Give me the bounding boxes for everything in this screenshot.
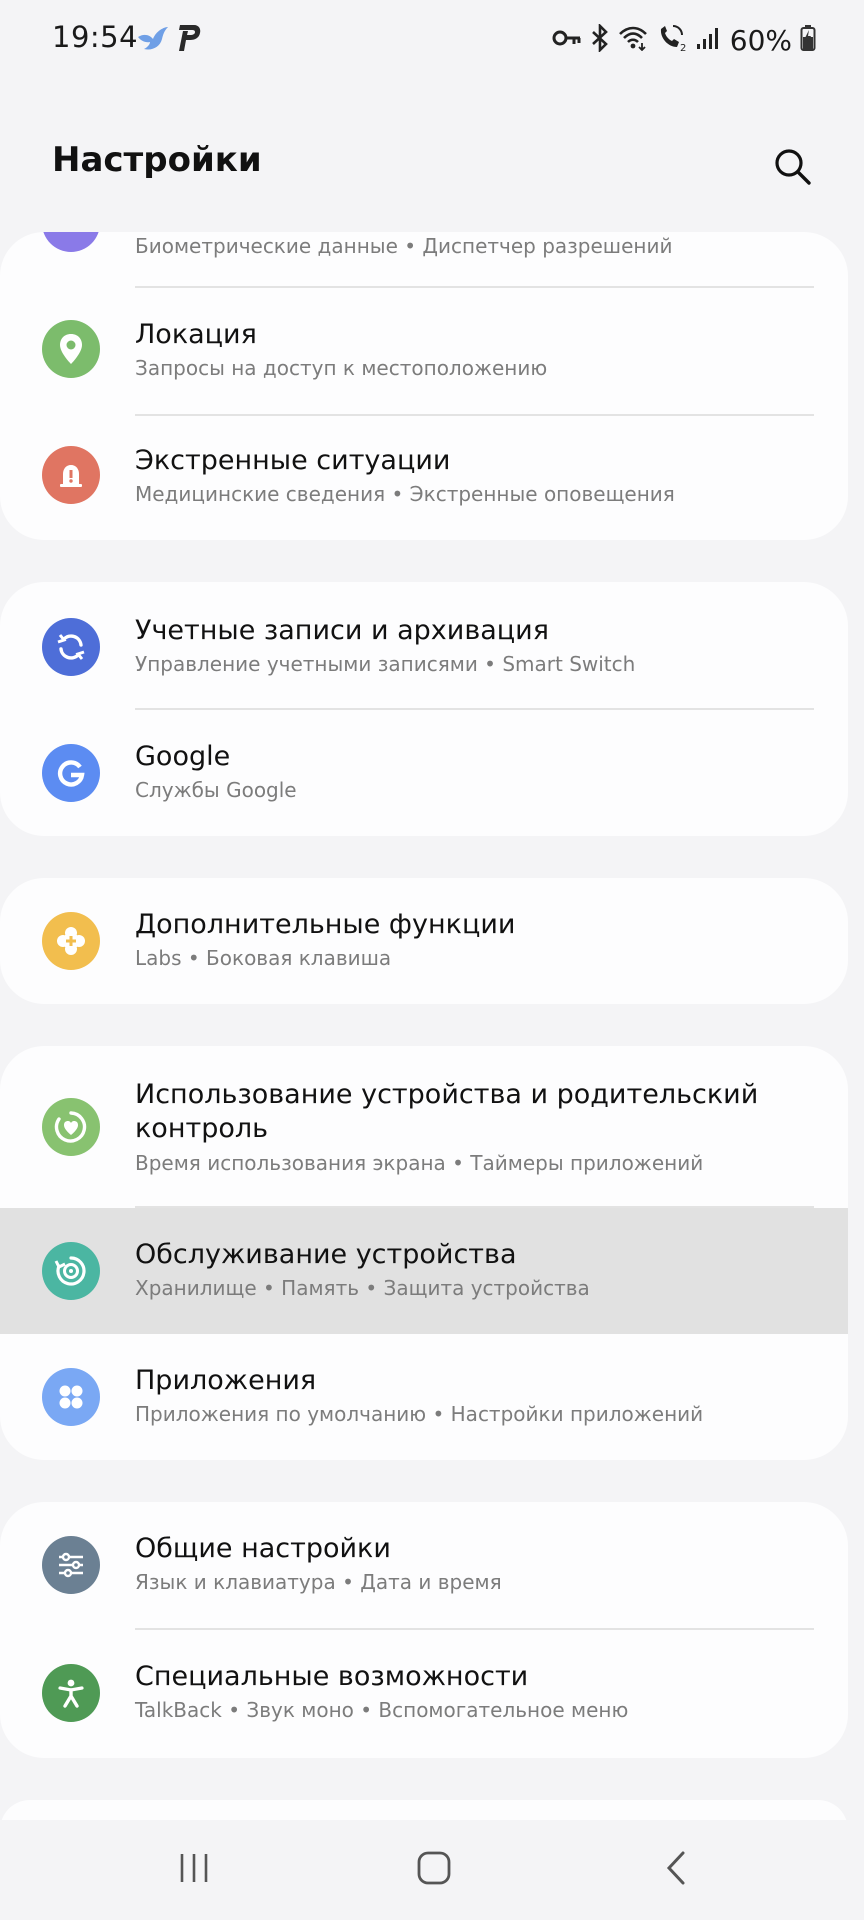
status-time: 19:54 [52, 20, 139, 54]
svg-text:2: 2 [680, 43, 686, 52]
setting-biometrics[interactable]: Биометрические данные • Диспетчер разреш… [0, 232, 848, 286]
setting-subtitle: Labs • Боковая клавиша [135, 946, 392, 970]
setting-general-management[interactable]: Общие настройки Язык и клавиатура • Дата… [0, 1502, 848, 1628]
setting-subtitle: TalkBack • Звук моно • Вспомогательное м… [135, 1698, 629, 1722]
setting-subtitle: Приложения по умолчанию • Настройки прил… [135, 1402, 704, 1426]
home-icon [416, 1850, 452, 1890]
puzzle-plus-icon [42, 912, 100, 970]
accessibility-person-icon [42, 1664, 100, 1722]
setting-subtitle: Запросы на доступ к местоположению [135, 356, 548, 380]
settings-card-advanced: Дополнительные функции Labs • Боковая кл… [0, 878, 848, 1004]
setting-title: Использование устройства и родительский [135, 1079, 759, 1110]
setting-emergency[interactable]: Экстренные ситуации Медицинские сведения… [0, 416, 848, 540]
p-app-icon [176, 23, 202, 57]
setting-subtitle: Язык и клавиатура • Дата и время [135, 1570, 502, 1594]
settings-card-general: Общие настройки Язык и клавиатура • Дата… [0, 1502, 848, 1758]
header: Настройки [0, 120, 864, 210]
wifi-calling-icon: 2 [656, 24, 688, 56]
location-pin-icon [42, 320, 100, 378]
setting-subtitle: Управление учетными записями • Smart Swi… [135, 652, 636, 676]
setting-subtitle: Службы Google [135, 778, 297, 802]
settings-card-security: Биометрические данные • Диспетчер разреш… [0, 232, 848, 540]
settings-list[interactable]: Биометрические данные • Диспетчер разреш… [0, 232, 864, 1822]
setting-accounts-backup[interactable]: Учетные записи и архивация Управление уч… [0, 582, 848, 708]
sliders-icon [42, 1536, 100, 1594]
wifi-icon [618, 25, 648, 55]
sync-icon [42, 618, 100, 676]
setting-title-continued: контроль [135, 1113, 269, 1144]
setting-digital-wellbeing[interactable]: Использование устройства и родительский … [0, 1046, 848, 1206]
setting-title: Google [135, 741, 231, 772]
setting-subtitle: Биометрические данные • Диспетчер разреш… [135, 234, 673, 258]
emergency-alert-icon [42, 446, 100, 504]
back-icon [664, 1850, 688, 1890]
page-title: Настройки [52, 140, 262, 180]
setting-title: Дополнительные функции [135, 909, 516, 940]
setting-subtitle: Медицинские сведения • Экстренные оповещ… [135, 482, 675, 506]
settings-card-accounts: Учетные записи и архивация Управление уч… [0, 582, 848, 836]
settings-card-next [0, 1800, 848, 1822]
setting-subtitle: Хранилище • Память • Защита устройства [135, 1276, 590, 1300]
search-icon [772, 146, 812, 190]
setting-google[interactable]: Google Службы Google [0, 710, 848, 836]
setting-title: Экстренные ситуации [135, 445, 451, 476]
heart-circle-icon [42, 1098, 100, 1156]
status-bar: 19:54 2 60% [0, 0, 864, 80]
battery-percent: 60% [729, 23, 792, 57]
setting-title: Обслуживание устройства [135, 1239, 517, 1270]
setting-title: Приложения [135, 1365, 317, 1396]
recent-apps-button[interactable] [154, 1840, 234, 1900]
back-button[interactable] [636, 1840, 716, 1900]
setting-apps[interactable]: Приложения Приложения по умолчанию • Нас… [0, 1334, 848, 1460]
setting-advanced-features[interactable]: Дополнительные функции Labs • Боковая кл… [0, 878, 848, 1004]
setting-title: Специальные возможности [135, 1661, 529, 1692]
setting-accessibility[interactable]: Специальные возможности TalkBack • Звук … [0, 1630, 848, 1756]
bird-app-icon [136, 23, 170, 57]
battery-charging-icon [800, 24, 816, 56]
settings-card-device: Использование устройства и родительский … [0, 1046, 848, 1460]
setting-title: Локация [135, 319, 257, 350]
setting-subtitle: Время использования экрана • Таймеры при… [135, 1151, 704, 1175]
setting-title: Учетные записи и архивация [135, 615, 549, 646]
device-care-icon [42, 1242, 100, 1300]
setting-location[interactable]: Локация Запросы на доступ к местоположен… [0, 288, 848, 414]
google-g-icon [42, 744, 100, 802]
vpn-key-icon [552, 27, 582, 53]
navigation-bar [0, 1820, 864, 1920]
search-button[interactable] [764, 140, 820, 196]
recent-apps-icon [177, 1852, 211, 1888]
bluetooth-icon [590, 22, 610, 56]
home-button[interactable] [394, 1840, 474, 1900]
setting-device-care[interactable]: Обслуживание устройства Хранилище • Памя… [0, 1208, 848, 1334]
fingerprint-shield-icon [42, 232, 100, 252]
setting-title: Общие настройки [135, 1533, 391, 1564]
apps-grid-icon [42, 1368, 100, 1426]
signal-icon [696, 26, 722, 54]
